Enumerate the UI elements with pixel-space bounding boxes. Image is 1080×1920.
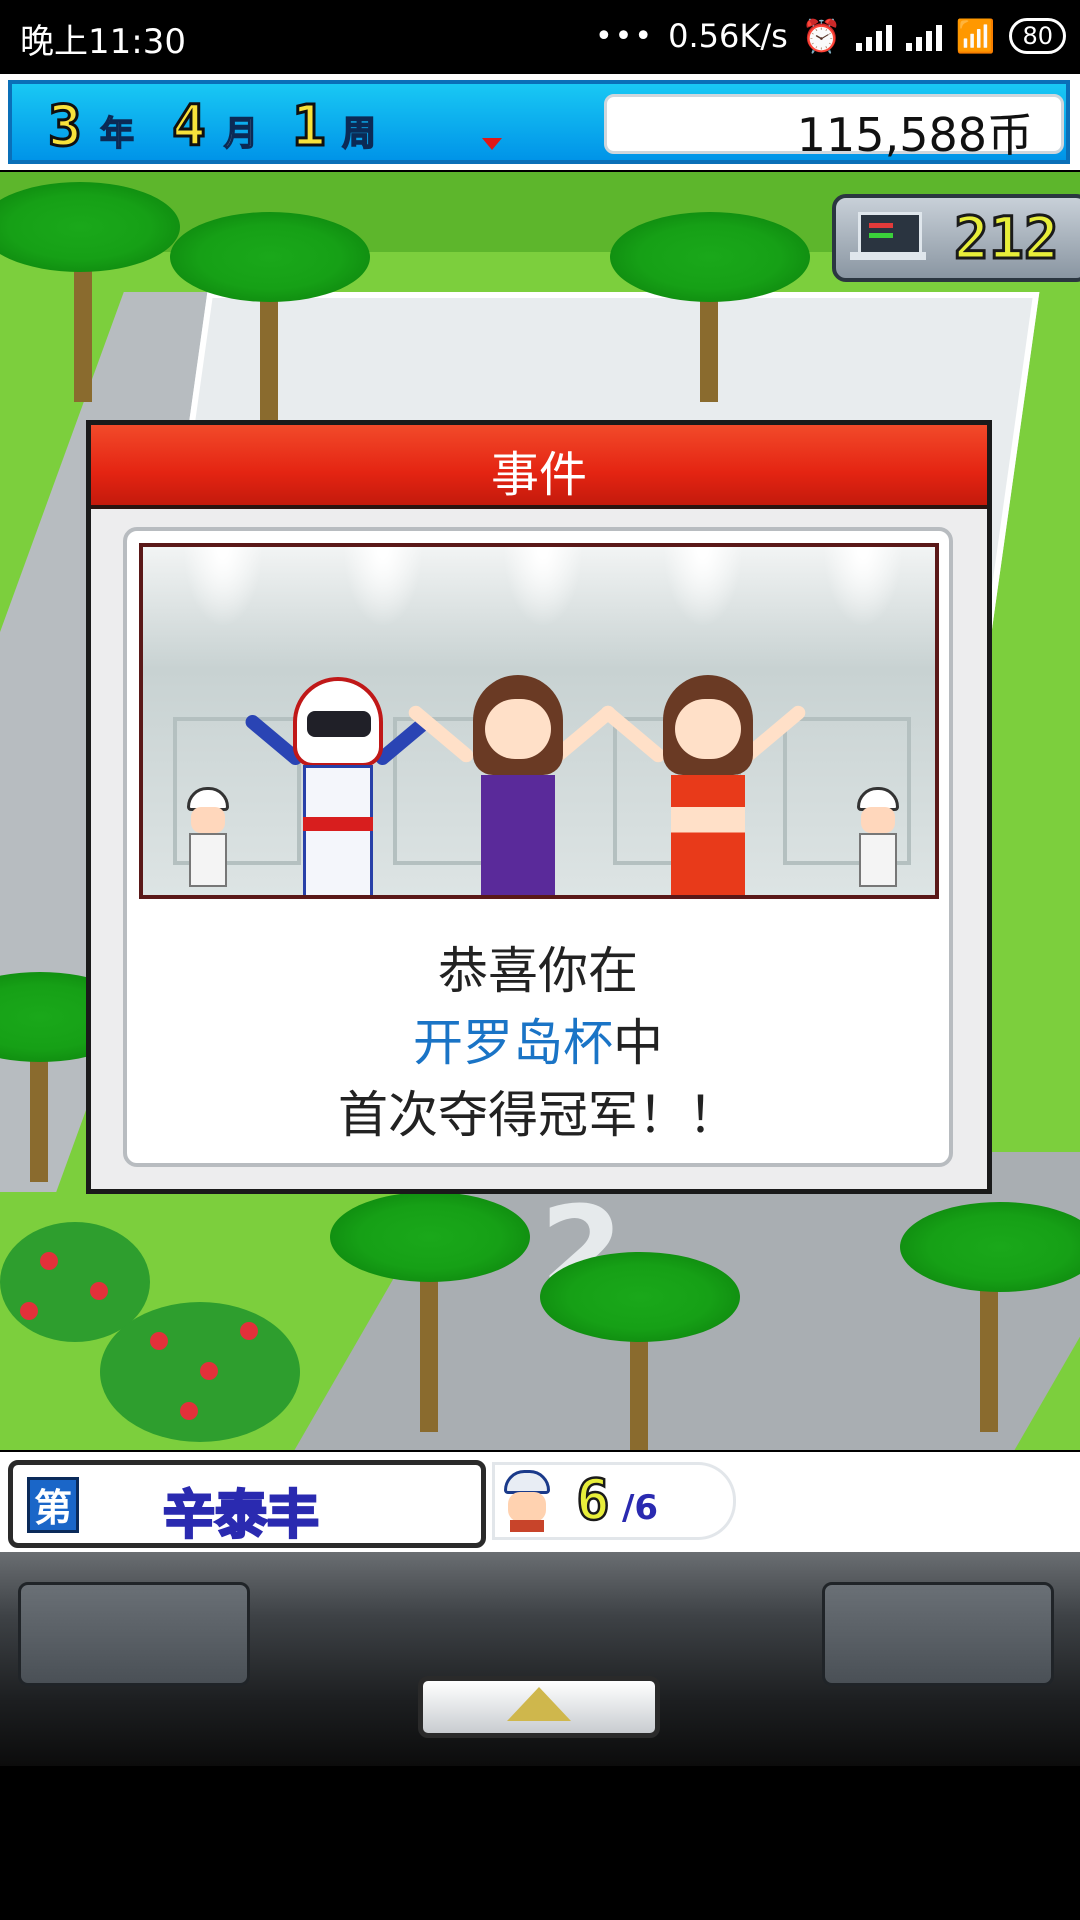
- battery-icon: 80: [1009, 18, 1066, 54]
- speed-dropdown-icon[interactable]: [482, 138, 502, 150]
- message-line-2: 开罗岛杯中: [127, 1007, 949, 1079]
- more-dots-icon: •••: [594, 18, 655, 54]
- status-icons: ••• 0.56K/s ⏰ 📶 80: [595, 14, 1066, 58]
- left-panel-button[interactable]: [18, 1582, 250, 1686]
- studio-light: [183, 547, 263, 627]
- dialog-title: 事件: [490, 447, 587, 503]
- event-dialog[interactable]: 事件 恭喜你在 开罗岛杯中 首次夺得冠军！！: [86, 420, 992, 1194]
- mechanic-icon: [498, 1470, 554, 1532]
- signal-icon-2: [905, 21, 942, 51]
- flower: [150, 1332, 168, 1350]
- palm-tree: [170, 212, 370, 302]
- dialog-titlebar: 事件: [91, 425, 987, 509]
- year-unit: 年: [99, 113, 135, 155]
- flower: [240, 1322, 258, 1340]
- month-value: 4: [171, 93, 208, 161]
- message-line-2-suffix: 中: [613, 1014, 663, 1072]
- game-header: 3 年 4 月 1 周 115,588币: [0, 74, 1080, 170]
- wifi-icon: 📶: [955, 17, 996, 55]
- network-speed: 0.56K/s: [668, 17, 788, 55]
- expand-menu-button[interactable]: [418, 1676, 660, 1738]
- up-arrow-icon: [507, 1687, 571, 1721]
- celebrating-girl-red: [653, 675, 763, 895]
- status-time: 晚上11:30: [20, 22, 186, 62]
- tournament-name: 开罗岛杯: [413, 1014, 613, 1072]
- racer-driver: [293, 677, 383, 895]
- navigation-area: [0, 1766, 1080, 1920]
- celebration-illustration: [139, 543, 939, 899]
- celebrating-girl-purple: [463, 675, 573, 895]
- team-info[interactable]: 第1 辛泰丰: [8, 1460, 486, 1586]
- computer-base: [850, 252, 926, 260]
- date-money-bar[interactable]: 3 年 4 月 1 周 115,588币: [8, 80, 1070, 164]
- staff-info[interactable]: 6 /6: [492, 1462, 736, 1540]
- studio-light: [343, 547, 423, 627]
- alarm-icon: ⏰: [801, 17, 842, 55]
- team-status-bar: 第1 辛泰丰 6 /6: [0, 1452, 1080, 1586]
- message-line-3: 首次夺得冠军！！: [338, 1086, 738, 1144]
- palm-tree: [0, 182, 180, 272]
- flower: [40, 1252, 58, 1270]
- studio-light: [503, 547, 583, 627]
- event-message: 恭喜你在 开罗岛杯中 首次夺得冠军！！: [127, 935, 949, 1151]
- status-bar: 晚上11:30 ••• 0.56K/s ⏰ 📶 80: [0, 0, 1080, 74]
- control-panel: [0, 1552, 1080, 1766]
- pit-crew-member: [853, 787, 903, 887]
- palm-tree: [540, 1252, 740, 1342]
- rank-badge: 第1: [27, 1477, 79, 1586]
- flower: [20, 1302, 38, 1320]
- staff-total: /6: [622, 1488, 659, 1528]
- money-value: 115,588币: [796, 108, 1033, 162]
- flower: [180, 1402, 198, 1420]
- dialog-content-panel: 恭喜你在 开罗岛杯中 首次夺得冠军！！: [123, 527, 953, 1167]
- palm-tree: [610, 212, 810, 302]
- month-unit: 月: [223, 113, 259, 155]
- flower: [200, 1362, 218, 1380]
- money-display: 115,588币: [604, 94, 1064, 162]
- research-points-value: 212: [953, 203, 1061, 274]
- message-line-1: 恭喜你在: [438, 942, 638, 1000]
- signal-icon: [855, 21, 892, 51]
- week-unit: 周: [341, 113, 377, 155]
- staff-count: 6: [575, 1467, 611, 1535]
- week-value: 1: [291, 93, 328, 161]
- flower: [90, 1282, 108, 1300]
- team-name: 辛泰丰: [162, 1485, 321, 1548]
- pit-crew-member: [183, 787, 233, 887]
- research-points-badge[interactable]: 212: [832, 194, 1080, 282]
- computer-icon: [858, 212, 922, 256]
- studio-light: [663, 547, 743, 627]
- right-panel-button[interactable]: [822, 1582, 1054, 1686]
- palm-tree: [330, 1192, 530, 1282]
- year-value: 3: [47, 93, 84, 161]
- studio-light: [823, 547, 903, 627]
